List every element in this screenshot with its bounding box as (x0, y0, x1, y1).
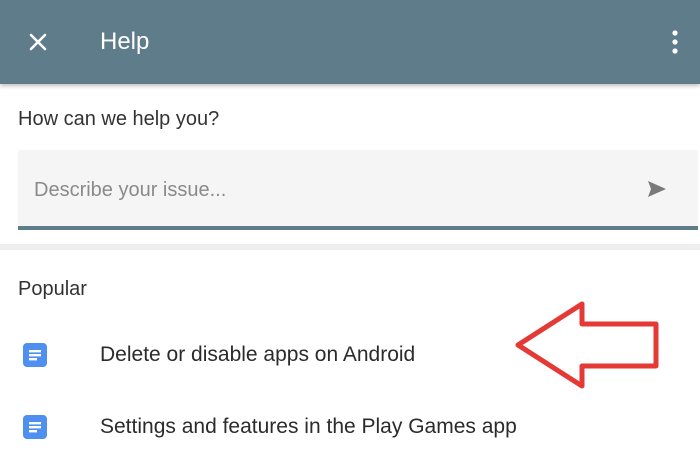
close-icon (29, 33, 47, 51)
help-heading: How can we help you? (18, 108, 220, 130)
help-screen: Help How can we help you? Popular (0, 0, 700, 458)
search-box[interactable] (18, 150, 698, 230)
page-title: Help (100, 28, 150, 55)
article-icon (20, 412, 50, 442)
more-vertical-icon (672, 30, 678, 54)
popular-section-label: Popular (18, 278, 87, 300)
search-input[interactable] (32, 172, 616, 208)
more-options-button[interactable] (660, 20, 690, 64)
popular-article-play-games[interactable]: Settings and features in the Play Games … (0, 398, 700, 454)
app-bar: Help (0, 0, 700, 84)
left-arrow-outline-icon (515, 301, 659, 389)
send-button[interactable] (640, 172, 674, 206)
article-icon (20, 340, 50, 370)
close-button[interactable] (16, 20, 60, 64)
article-title: Settings and features in the Play Games … (100, 415, 517, 438)
section-divider (0, 244, 700, 250)
article-title: Delete or disable apps on Android (100, 343, 416, 366)
send-icon (648, 181, 666, 197)
